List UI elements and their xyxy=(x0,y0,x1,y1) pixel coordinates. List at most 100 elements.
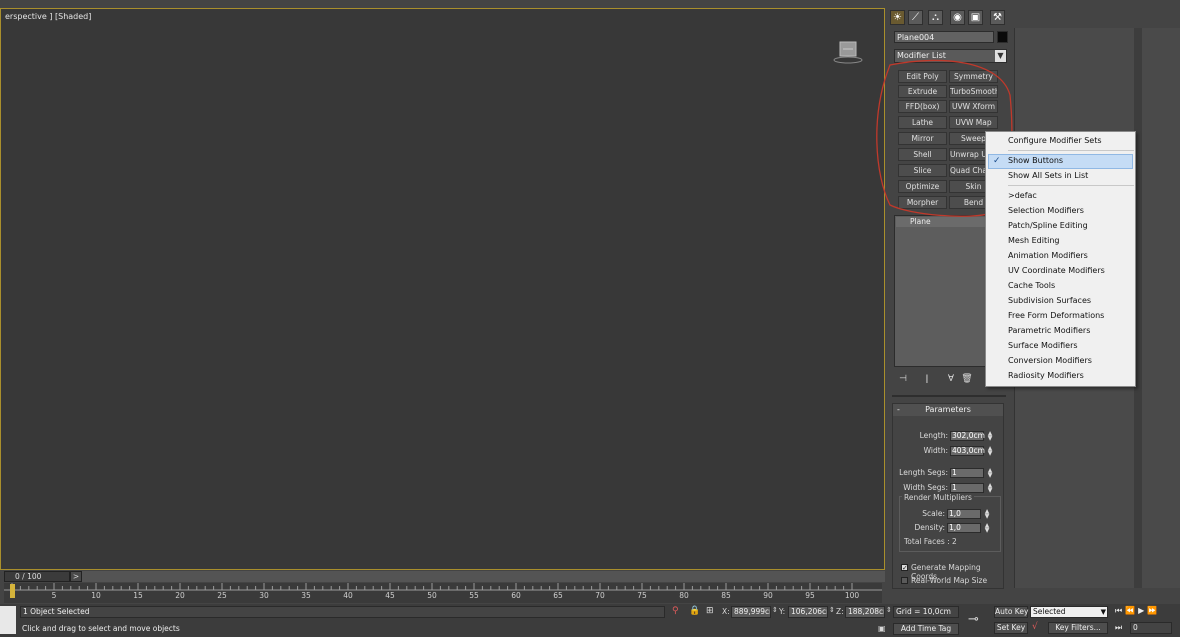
collapse-icon[interactable]: - xyxy=(897,404,900,416)
length-label: Length: xyxy=(919,431,948,440)
sun-icon[interactable]: ☀ xyxy=(890,10,905,25)
width-segs-label: Width Segs: xyxy=(903,483,948,492)
tick-label: 55 xyxy=(469,591,479,600)
menu-item-cache-tools[interactable]: Cache Tools xyxy=(1008,279,1055,293)
track-bar[interactable]: 5 10 15 20 25 30 35 40 45 50 55 60 65 70 75 80 85 90 95 100 xyxy=(4,583,882,603)
time-cursor[interactable] xyxy=(10,584,15,598)
y-spinner[interactable]: ⇕ xyxy=(829,606,835,614)
density-spinner[interactable]: ▲ ▼ xyxy=(984,523,990,534)
density-field[interactable]: 1,0 xyxy=(947,523,981,533)
tick-label: 20 xyxy=(175,591,185,600)
viewcube-icon[interactable] xyxy=(833,40,863,66)
menu-item-subdivision-surfaces[interactable]: Subdivision Surfaces xyxy=(1008,294,1091,308)
menu-separator xyxy=(1008,185,1134,186)
object-name-field[interactable]: Plane004 xyxy=(894,31,994,43)
menu-item-patch-spline-editing[interactable]: Patch/Spline Editing xyxy=(1008,219,1088,233)
maxscript-listener-icon[interactable] xyxy=(0,606,16,634)
hammer-icon[interactable]: ⚒ xyxy=(990,10,1005,25)
parameters-title: Parameters xyxy=(925,405,971,414)
menu-item-radiosity-modifiers[interactable]: Radiosity Modifiers xyxy=(1008,369,1084,383)
tick-label: 65 xyxy=(553,591,563,600)
object-color-swatch[interactable] xyxy=(997,31,1008,43)
time-bar[interactable] xyxy=(4,571,885,582)
ruler-ticks xyxy=(4,583,882,591)
scale-label: Scale: xyxy=(922,509,945,518)
transform-mode-icon[interactable]: ⊞ xyxy=(706,606,714,616)
menu-item-parametric-modifiers[interactable]: Parametric Modifiers xyxy=(1008,324,1090,338)
auto-key-button[interactable]: Auto Key xyxy=(994,606,1028,618)
viewport-label[interactable]: erspective ] [Shaded] xyxy=(5,12,91,21)
tick-label: 30 xyxy=(259,591,269,600)
motion-icon[interactable]: ◉ xyxy=(950,10,965,25)
menu-item-uv-coordinate-modifiers[interactable]: UV Coordinate Modifiers xyxy=(1008,264,1105,278)
tick-label: 100 xyxy=(844,591,860,600)
key-tangent-icon[interactable]: √ xyxy=(1032,622,1038,632)
next-frame-icon[interactable]: ⏩ xyxy=(1147,606,1160,615)
density-label: Density: xyxy=(914,523,946,532)
width-spinner[interactable]: ▲ ▼ xyxy=(987,446,993,457)
width-segs-field[interactable]: 1 xyxy=(950,483,984,493)
hierarchy-icon[interactable]: ⛬ xyxy=(928,10,943,25)
lock-icon[interactable]: 🔒 xyxy=(689,606,700,616)
tick-label: 85 xyxy=(721,591,731,600)
x-label: X: xyxy=(722,607,730,616)
tick-label: 25 xyxy=(217,591,227,600)
play-icon[interactable]: ▶ xyxy=(1138,606,1147,615)
length-segs-spinner[interactable]: ▲ ▼ xyxy=(987,468,993,479)
real-world-label: Real-World Map Size xyxy=(911,576,988,585)
menu-item-free-form-deformations[interactable]: Free Form Deformations xyxy=(1008,309,1104,323)
curve-icon[interactable]: ⟋ xyxy=(908,10,923,25)
menu-item-selection-modifiers[interactable]: Selection Modifiers xyxy=(1008,204,1084,218)
scale-spinner[interactable]: ▲ ▼ xyxy=(984,509,990,520)
z-spinner[interactable]: ⇕ xyxy=(886,606,892,614)
tick-label: 90 xyxy=(763,591,773,600)
modifier-sets-context-menu: Configure Modifier Sets ✓ Show Buttons S… xyxy=(985,131,1136,387)
length-segs-field[interactable]: 1 xyxy=(950,468,984,478)
tick-label: 70 xyxy=(595,591,605,600)
tick-label: 75 xyxy=(637,591,647,600)
key-mode-icon[interactable]: ⏭ xyxy=(1115,623,1122,633)
width-field[interactable]: 403,0cm xyxy=(950,446,985,456)
display-icon[interactable]: ▣ xyxy=(968,10,983,25)
time-tag-icon[interactable]: ▣ xyxy=(878,624,886,633)
z-coordinate-field[interactable]: 188,208cm xyxy=(845,606,885,618)
go-to-start-icon[interactable]: ⏮ xyxy=(1115,606,1125,615)
menu-item-conversion-modifiers[interactable]: Conversion Modifiers xyxy=(1008,354,1092,368)
isolate-icon[interactable]: ⚲ xyxy=(672,606,679,616)
tick-label: 40 xyxy=(343,591,353,600)
next-frame-arrow[interactable]: > xyxy=(70,571,82,582)
perspective-viewport[interactable]: erspective ] [Shaded] xyxy=(0,8,885,570)
key-selection-dropdown[interactable]: Selected ▼ xyxy=(1030,606,1108,618)
time-slider[interactable]: 0 / 100 xyxy=(4,571,70,582)
x-spinner[interactable]: ⇕ xyxy=(772,606,778,614)
current-frame-field[interactable]: 0 xyxy=(1130,622,1172,634)
parameters-header[interactable]: - Parameters xyxy=(893,404,1003,416)
length-spinner[interactable]: ▲ ▼ xyxy=(987,431,993,442)
gen-mapping-checkbox[interactable]: ✓ xyxy=(901,564,908,572)
render-multipliers-title: Render Multipliers xyxy=(902,493,974,502)
key-icon[interactable]: ⊸ xyxy=(968,612,979,627)
chevron-down-icon[interactable]: ▼ xyxy=(1101,607,1106,617)
add-time-tag-button[interactable]: Add Time Tag xyxy=(893,623,959,635)
menu-item-show-all-sets[interactable]: Show All Sets in List xyxy=(1008,169,1088,183)
width-segs-spinner[interactable]: ▲ ▼ xyxy=(987,483,993,494)
key-filters-button[interactable]: Key Filters... xyxy=(1048,622,1108,634)
scale-field[interactable]: 1,0 xyxy=(947,509,981,519)
tick-label: 5 xyxy=(51,591,57,600)
previous-frame-icon[interactable]: ⏪ xyxy=(1125,606,1138,615)
length-field[interactable]: 302,0cm xyxy=(950,431,985,441)
x-coordinate-field[interactable]: 889,999cm xyxy=(731,606,771,618)
y-coordinate-field[interactable]: 106,206cm xyxy=(788,606,828,618)
set-key-button[interactable]: Set Key xyxy=(994,622,1028,634)
menu-item-surface-modifiers[interactable]: Surface Modifiers xyxy=(1008,339,1078,353)
real-world-checkbox[interactable] xyxy=(901,577,908,584)
playback-controls: ⏮⏪▶⏩ xyxy=(1115,606,1160,616)
menu-item-show-buttons[interactable]: Show Buttons xyxy=(1008,154,1063,168)
length-segs-label: Length Segs: xyxy=(899,468,948,477)
checkmark-icon: ✓ xyxy=(993,156,1001,166)
menu-item-defac[interactable]: >defac xyxy=(1008,189,1037,203)
tick-label: 15 xyxy=(133,591,143,600)
menu-item-mesh-editing[interactable]: Mesh Editing xyxy=(1008,234,1059,248)
menu-item-animation-modifiers[interactable]: Animation Modifiers xyxy=(1008,249,1088,263)
menu-item-configure-modifier-sets[interactable]: Configure Modifier Sets xyxy=(1008,134,1102,148)
